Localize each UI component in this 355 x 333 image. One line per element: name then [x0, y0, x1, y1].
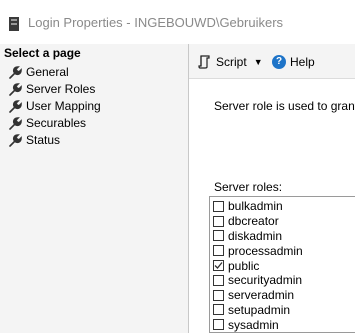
wrench-icon: [9, 117, 22, 130]
role-name: bulkadmin: [228, 199, 283, 214]
title-bar: Login Properties - INGEBOUWD\Gebruikers: [0, 0, 355, 44]
role-name: dbcreator: [228, 214, 279, 229]
help-icon: ?: [272, 54, 286, 69]
wrench-icon: [9, 83, 22, 96]
role-checkbox[interactable]: [213, 260, 224, 272]
sidebar-item-label: User Mapping: [26, 99, 101, 113]
role-name: processadmin: [228, 243, 303, 258]
wrench-icon: [9, 134, 22, 147]
toolbar: Script ▼ ? Help: [189, 44, 355, 79]
window-title: Login Properties - INGEBOUWD\Gebruikers: [28, 15, 284, 30]
role-item-serveradmin[interactable]: serveradmin: [210, 288, 355, 303]
script-button[interactable]: Script ▼: [198, 53, 263, 70]
role-item-diskadmin[interactable]: diskadmin: [210, 229, 355, 244]
checkmark-icon: [214, 262, 223, 270]
sidebar-item-securables[interactable]: Securables: [0, 115, 188, 132]
role-name: serveradmin: [228, 288, 295, 303]
role-checkbox[interactable]: [213, 304, 224, 316]
sidebar-item-status[interactable]: Status: [0, 132, 188, 149]
wrench-icon: [9, 100, 22, 113]
sidebar-item-server-roles[interactable]: Server Roles: [0, 81, 188, 98]
help-label: Help: [290, 54, 315, 69]
help-button[interactable]: ? Help: [272, 53, 315, 70]
sidebar-item-label: Securables: [26, 116, 87, 130]
server-role-description: Server role is used to grant s: [214, 99, 355, 113]
wrench-icon: [9, 66, 22, 79]
role-checkbox[interactable]: [213, 245, 224, 257]
sidebar-item-label: Status: [26, 133, 61, 147]
role-name: diskadmin: [228, 228, 283, 243]
script-icon: [198, 54, 210, 69]
role-item-processadmin[interactable]: processadmin: [210, 243, 355, 258]
sidebar-item-user-mapping[interactable]: User Mapping: [0, 98, 188, 115]
role-list: bulkadmin dbcreator diskadmin processadm…: [210, 199, 355, 332]
role-name: sysadmin: [228, 317, 279, 332]
role-name: securityadmin: [228, 273, 303, 288]
select-page-header: Select a page: [4, 46, 81, 60]
sidebar-item-label: Server Roles: [26, 82, 96, 96]
role-item-bulkadmin[interactable]: bulkadmin: [210, 199, 355, 214]
page-list: General Server Roles User Mapping Secura…: [0, 64, 188, 149]
main-pane: Script ▼ ? Help Server role is used to g…: [189, 44, 355, 333]
role-item-sysadmin[interactable]: sysadmin: [210, 317, 355, 332]
role-checkbox[interactable]: [213, 200, 224, 212]
role-checkbox[interactable]: [213, 215, 224, 227]
app-icon: [9, 17, 19, 31]
server-roles-list[interactable]: bulkadmin dbcreator diskadmin processadm…: [209, 196, 355, 333]
role-item-securityadmin[interactable]: securityadmin: [210, 273, 355, 288]
role-item-public[interactable]: public: [210, 258, 355, 273]
role-checkbox[interactable]: [213, 274, 224, 286]
sidebar-item-label: General: [26, 65, 69, 79]
chevron-down-icon[interactable]: ▼: [254, 57, 263, 67]
role-name: public: [228, 258, 260, 273]
role-checkbox[interactable]: [213, 319, 224, 331]
server-roles-label: Server roles:: [214, 180, 283, 194]
role-checkbox[interactable]: [213, 230, 224, 242]
role-item-setupadmin[interactable]: setupadmin: [210, 303, 355, 318]
sidebar-item-general[interactable]: General: [0, 64, 188, 81]
script-label: Script: [216, 54, 247, 69]
role-name: setupadmin: [228, 302, 291, 317]
page-selector-pane: Select a page General Server Roles User …: [0, 44, 188, 333]
role-item-dbcreator[interactable]: dbcreator: [210, 214, 355, 229]
role-checkbox[interactable]: [213, 289, 224, 301]
